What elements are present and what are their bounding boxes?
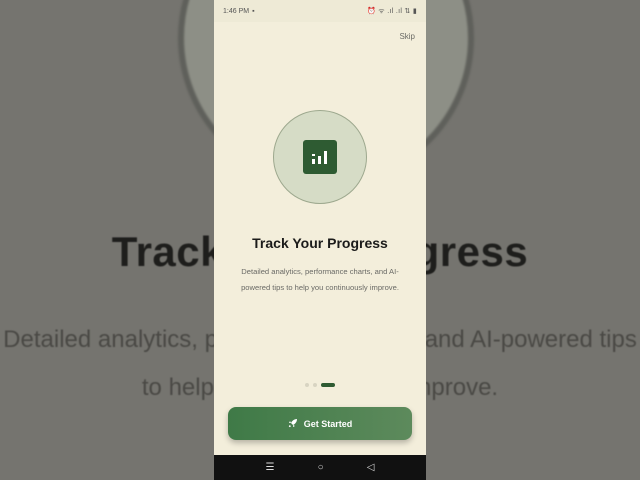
home-button[interactable]: ○	[318, 462, 324, 473]
status-time: 1:46 PM	[223, 7, 250, 15]
page-dot-3-active[interactable]	[321, 383, 335, 387]
hero-circle	[273, 110, 367, 204]
get-started-label: Get Started	[303, 418, 353, 429]
page-dot-2[interactable]	[313, 383, 317, 387]
system-nav-bar: ☰ ○ ◁	[214, 455, 426, 480]
status-bar: 1:46 PM ▪ ⏰ ᯤ .ıl .ıl ⇅ ▮	[214, 0, 426, 22]
phone-screen: 1:46 PM ▪ ⏰ ᯤ .ıl .ıl ⇅ ▮ Skip Track You…	[214, 0, 426, 480]
page-dot-1[interactable]	[305, 383, 309, 387]
recents-button[interactable]: ☰	[266, 462, 275, 473]
status-indicators: ⏰ ᯤ .ıl .ıl ⇅ ▮	[367, 7, 417, 15]
onboarding-title: Track Your Progress	[252, 235, 388, 251]
onboarding-description: Detailed analytics, performance charts, …	[241, 267, 399, 292]
back-button[interactable]: ◁	[367, 462, 375, 473]
camera-icon: ▪	[252, 7, 255, 15]
skip-button[interactable]: Skip	[399, 32, 415, 41]
get-started-button[interactable]: Get Started	[228, 407, 412, 440]
page-indicator	[214, 383, 426, 387]
chart-bars-icon	[303, 140, 337, 174]
rocket-icon	[288, 418, 298, 430]
